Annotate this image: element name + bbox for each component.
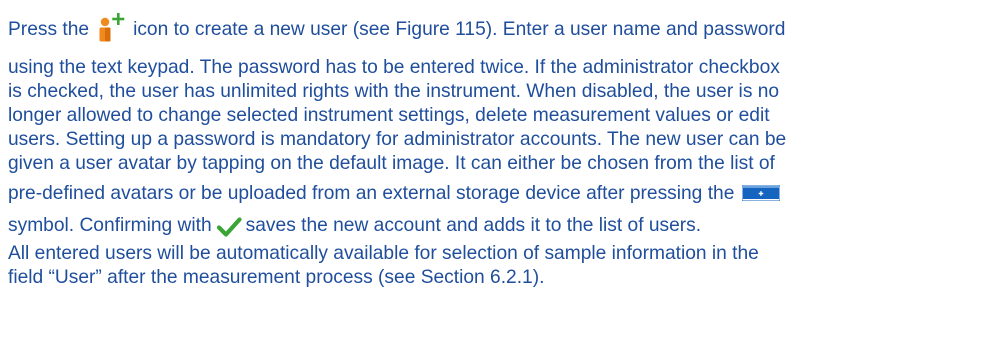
paragraph-1-line-5: users. Setting up a password is mandator… <box>8 129 787 150</box>
add-user-icon <box>95 10 129 44</box>
text-symbol-confirming: symbol. Confirming with <box>8 215 212 236</box>
add-bar-icon <box>741 184 781 202</box>
text-pre-defined-avatars: pre-defined avatars or be uploaded from … <box>8 183 735 204</box>
paragraph-1-line-1: Press the icon to create a new user (see… <box>8 8 785 42</box>
paragraph-1-line-2: using the text keypad. The password has … <box>8 57 780 78</box>
paragraph-1-line-3: is checked, the user has unlimited right… <box>8 81 780 102</box>
paragraph-1-line-4: longer allowed to change selected instru… <box>8 105 770 126</box>
text-press-the: Press the <box>8 19 90 40</box>
text-icon-to-create: icon to create a new user (see Figure 11… <box>133 19 786 40</box>
paragraph-1-line-7: pre-defined avatars or be uploaded from … <box>8 182 781 206</box>
paragraph-1-line-6: given a user avatar by tapping on the de… <box>8 153 775 174</box>
check-icon <box>216 215 242 239</box>
paragraph-1-line-8: symbol. Confirming with saves the new ac… <box>8 214 701 238</box>
paragraph-2-line-1: All entered users will be automatically … <box>8 243 759 264</box>
manual-page: Press the icon to create a new user (see… <box>0 0 990 340</box>
text-saves-new-account: saves the new account and adds it to the… <box>245 215 702 236</box>
paragraph-2-line-2: field “User” after the measurement proce… <box>8 267 545 288</box>
